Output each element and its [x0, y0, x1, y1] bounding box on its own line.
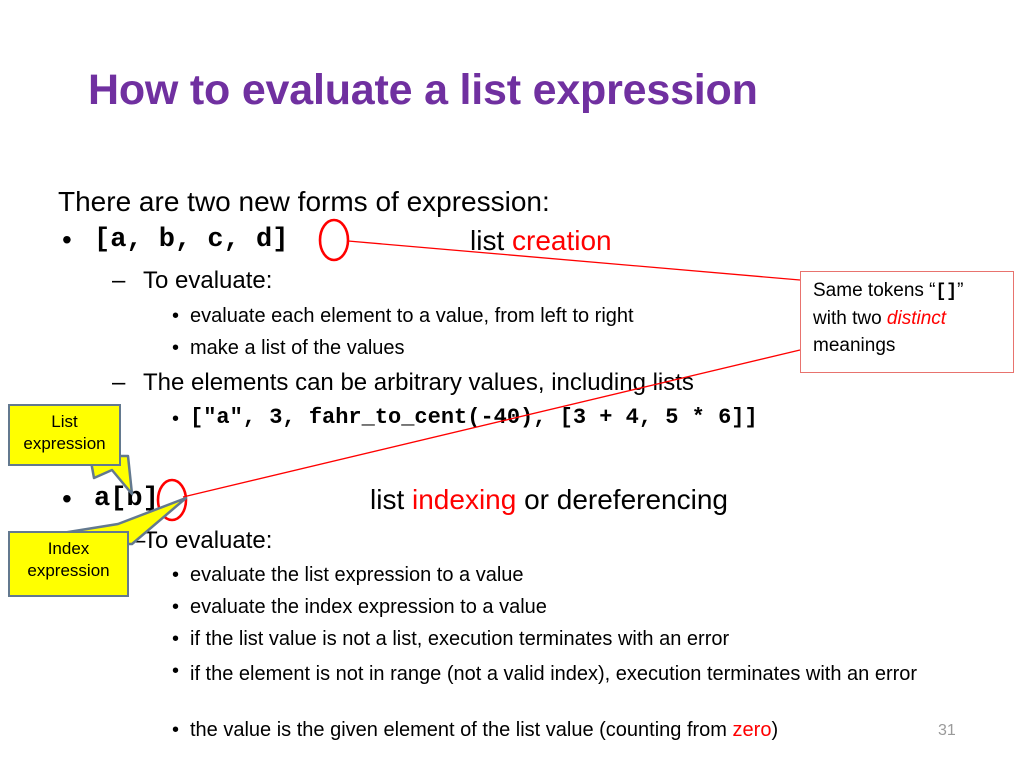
callout-same-tokens-line1: Same tokens “[]” [813, 278, 1013, 306]
label-list-creation: list creation [470, 227, 612, 255]
indexing-step-4: the value is the given element of the li… [190, 720, 778, 740]
indexing-step-1: evaluate the index expression to a value [190, 596, 547, 618]
callout-same-tokens-line2: with two distinct [813, 306, 1013, 333]
callout-same-tokens-distinct: distinct [886, 307, 947, 329]
bullet-dot-indexing-step-0: • [172, 564, 180, 586]
bullet-dot-creation-step-1: • [172, 337, 180, 359]
label-list-indexing: list indexing or dereferencing [370, 486, 728, 514]
callout-index-expression-line1: Index [47, 539, 90, 558]
bullet-dot-indexing-step-3: • [172, 660, 180, 682]
indexing-step-4-suffix: ) [771, 719, 779, 741]
slide-body: There are two new forms of expression: •… [0, 0, 1024, 768]
code-example-list: ["a", 3, fahr_to_cent(-40), [3 + 4, 5 * … [190, 405, 758, 430]
creation-note: The elements can be arbitrary values, in… [143, 369, 694, 396]
creation-step-0: evaluate each element to a value, from l… [190, 305, 634, 327]
label-list-indexing-plain-before: list [370, 484, 412, 515]
label-list-indexing-plain-after: or dereferencing [516, 484, 728, 515]
indexing-step-4-prefix: the value is the given element of the li… [190, 719, 733, 741]
label-list-creation-accent: creation [512, 225, 612, 256]
callout-same-tokens-line1-prefix: Same tokens “ [813, 280, 936, 301]
callout-index-expression: Index expression [8, 531, 129, 597]
bullet-dot-indexing-step-2: • [172, 628, 180, 650]
callout-list-expression: List expression [8, 404, 121, 466]
bullet-dot-indexing-step-4: • [172, 719, 180, 741]
indexing-step-4-accent: zero [732, 719, 772, 741]
dash-creation-to-evaluate: – [112, 267, 126, 294]
dash-creation-note: – [112, 369, 126, 396]
callout-index-expression-line2: expression [27, 560, 110, 580]
code-list-creation: [a, b, c, d] [94, 225, 289, 255]
callout-same-tokens: Same tokens “[]” with two distinct meani… [800, 271, 1014, 373]
label-list-creation-plain: list [470, 225, 512, 256]
bullet-dot-creation: • [62, 224, 72, 255]
callout-same-tokens-line1-suffix: ” [957, 280, 964, 301]
callout-same-tokens-line3: meanings [813, 334, 896, 356]
slide-canvas: How to evaluate a list expression There … [0, 0, 1024, 768]
callout-list-expression-line2: expression [23, 433, 106, 453]
slide-number: 31 [938, 722, 956, 739]
callout-list-expression-line1: List [51, 412, 78, 431]
label-list-indexing-accent: indexing [412, 484, 517, 515]
bullet-dot-creation-example: • [172, 408, 180, 430]
creation-step-1: make a list of the values [190, 337, 405, 359]
bullet-dot-creation-step-0: • [172, 305, 180, 327]
indexing-step-0: evaluate the list expression to a value [190, 564, 524, 586]
callout-same-tokens-line2-prefix: with two [813, 307, 887, 329]
creation-sub-heading: To evaluate: [143, 267, 273, 294]
indexing-step-2: if the list value is not a list, executi… [190, 628, 730, 650]
intro-line: There are two new forms of expression: [58, 186, 550, 217]
indexing-step-3: if the element is not in range (not a va… [190, 663, 918, 685]
bullet-dot-indexing-step-1: • [172, 596, 180, 618]
callout-same-tokens-brackets: [] [935, 282, 958, 302]
